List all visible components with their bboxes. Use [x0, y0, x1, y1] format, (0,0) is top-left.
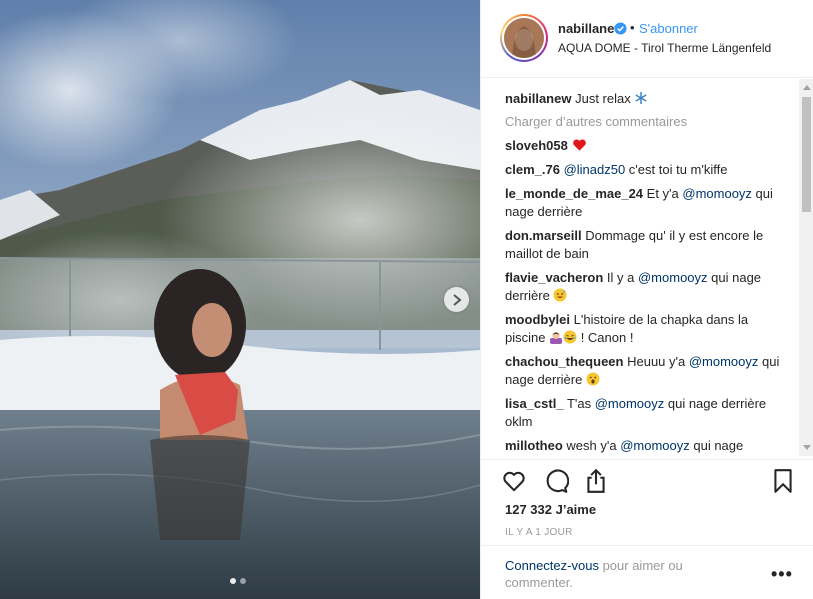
login-prompt: Connectez-vous pour aimer ou commenter. …	[481, 545, 813, 599]
verified-badge-icon	[614, 22, 627, 35]
carousel-indicator	[230, 578, 246, 584]
scrollbar-thumb[interactable]	[802, 97, 811, 212]
caption-text: Just relax	[575, 91, 635, 106]
comment-text: ! Canon !	[577, 330, 634, 345]
comment-text: T'as	[566, 396, 595, 411]
follow-button[interactable]: S'abonner	[639, 21, 698, 36]
comment-username[interactable]: moodbylei	[505, 312, 570, 327]
woman-gesturing-emoji	[550, 332, 563, 344]
comment-username[interactable]: chachou_thequeen	[505, 354, 623, 369]
comment-username[interactable]: lisa_cstl_	[505, 396, 564, 411]
comment-username[interactable]: flavie_vacheron	[505, 270, 603, 285]
comment-mention[interactable]: @momooyz	[682, 186, 752, 201]
comment-item: moodbylei L'histoire de la chapka dans l…	[505, 311, 785, 347]
comment-mention[interactable]: @linadz50	[564, 162, 626, 177]
comment-item: lisa_cstl_ T'as @momooyz qui nage derriè…	[505, 395, 785, 431]
post-photo[interactable]	[0, 0, 480, 599]
comment-username[interactable]: sloveh058	[505, 138, 568, 153]
carousel-next-button[interactable]	[444, 287, 469, 312]
post-header: nabillanew • S'abonner AQUA DOME - Tirol…	[481, 0, 813, 78]
caption: nabillanew Just relax	[505, 90, 785, 108]
more-options-button[interactable]: •••	[771, 564, 793, 585]
comment-mention[interactable]: @momooyz	[595, 396, 665, 411]
comment-item: clem_.76 @linadz50 c'est toi tu m'kiffe	[505, 161, 785, 179]
avatar-image	[504, 18, 544, 58]
comment-text: qui nage	[689, 438, 744, 453]
chevron-right-icon	[452, 293, 462, 306]
post-sidebar: nabillanew • S'abonner AQUA DOME - Tirol…	[480, 0, 813, 599]
comment-text: wesh y'a	[566, 438, 621, 453]
comment-item: sloveh058	[505, 137, 785, 155]
comment-bubble-icon[interactable]	[543, 468, 569, 494]
comment-username[interactable]: clem_.76	[505, 162, 560, 177]
comment-username[interactable]: le_monde_de_mae_24	[505, 186, 643, 201]
avatar[interactable]	[504, 18, 544, 58]
caption-username[interactable]: nabillanew	[505, 91, 571, 106]
carousel-dot-active	[230, 578, 236, 584]
comments-scrollbar[interactable]	[799, 79, 813, 456]
sweat-smile-emoji	[553, 288, 567, 302]
comment-text: Il y a	[606, 270, 638, 285]
surprised-emoji	[586, 372, 600, 386]
grinning-sweat-emoji	[563, 330, 577, 344]
likes-count[interactable]: 127 332 J’aime	[505, 502, 596, 517]
comment-item: chachou_thequeen Heuuu y'a @momooyz qui …	[505, 353, 785, 389]
comments-list: nabillanew Just relax Charger d’autres c…	[481, 79, 798, 459]
comment-mention[interactable]: @momooyz	[638, 270, 708, 285]
comment-mention[interactable]: @momooyz	[620, 438, 690, 453]
scroll-down-arrow[interactable]	[803, 445, 811, 450]
instagram-post: nabillanew • S'abonner AQUA DOME - Tirol…	[0, 0, 813, 599]
header-separator: •	[630, 20, 635, 35]
comment-item: don.marseill Dommage qu' il y est encore…	[505, 227, 785, 263]
comment-text: c'est toi tu m'kiffe	[625, 162, 728, 177]
snowflake-icon	[635, 92, 647, 104]
scroll-up-arrow[interactable]	[803, 85, 811, 90]
login-link[interactable]: Connectez-vous	[505, 558, 599, 573]
comment-item: le_monde_de_mae_24 Et y'a @momooyz qui n…	[505, 185, 785, 221]
photo-image	[0, 0, 480, 599]
post-actions: 127 332 J’aime IL Y A 1 JOUR	[481, 459, 813, 545]
comment-username[interactable]: millotheo	[505, 438, 563, 453]
location-link[interactable]: AQUA DOME - Tirol Therme Längenfeld	[558, 41, 771, 55]
story-ring[interactable]	[500, 14, 548, 62]
comment-item: flavie_vacheron Il y a @momooyz qui nage…	[505, 269, 785, 305]
bookmark-icon[interactable]	[770, 468, 796, 494]
post-timestamp[interactable]: IL Y A 1 JOUR	[505, 527, 573, 538]
share-icon[interactable]	[583, 468, 609, 494]
comment-text: Heuuu y'a	[627, 354, 689, 369]
red-heart-emoji	[572, 139, 586, 151]
comment-item: millotheo wesh y'a @momooyz qui nage	[505, 437, 785, 455]
load-more-comments[interactable]: Charger d’autres commentaires	[505, 114, 798, 129]
carousel-dot	[240, 578, 246, 584]
comment-text: Et y'a	[646, 186, 683, 201]
login-text: Connectez-vous pour aimer ou commenter.	[505, 557, 735, 591]
comment-username[interactable]: don.marseill	[505, 228, 582, 243]
heart-icon[interactable]	[501, 468, 527, 494]
comment-mention[interactable]: @momooyz	[689, 354, 759, 369]
